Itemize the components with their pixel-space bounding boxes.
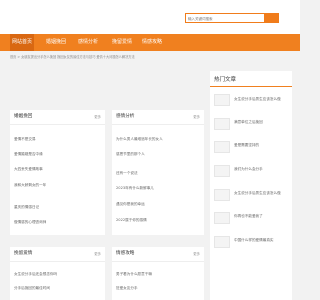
divider <box>112 124 204 125</box>
thumbnail[interactable] <box>214 236 230 248</box>
list-item[interactable]: 爱情婚姻是否中缘 <box>14 152 43 157</box>
panel-retain-love: 挽留爱情 更多 女生说分手后还会想念你吗 分手后挽回的最佳时间 <box>10 247 105 300</box>
nav-item-strategy[interactable]: 情感攻略 <box>140 34 164 51</box>
sidebar-link[interactable]: 女生说分手后男生应该怎么做 <box>234 191 281 196</box>
breadcrumb: 首页 > 女朋友提出分手怎么挽回 挽回女友的最佳方法与技巧 爱情十大问题怎么解决… <box>10 55 135 59</box>
search-input[interactable] <box>188 15 258 22</box>
panel-title: 情感攻略 <box>116 251 135 256</box>
panel-strategy: 情感攻略 更多 男子看为什么愿意干嘛 狂爱女友分手 <box>112 247 204 300</box>
more-link[interactable]: 更多 <box>94 110 101 124</box>
list-item[interactable]: 女生说分手后还会想念你吗 <box>14 272 57 277</box>
list-item[interactable]: 我和大龄剩女的一年 <box>14 183 46 188</box>
divider <box>112 261 204 262</box>
list-item[interactable]: 遇见你是我的幸运 <box>116 202 145 207</box>
thumbnail[interactable] <box>214 189 230 201</box>
more-link[interactable]: 更多 <box>193 110 200 124</box>
more-link[interactable]: 更多 <box>94 247 101 261</box>
sidebar-link[interactable]: 你再也不能爱我了 <box>234 214 263 219</box>
list-item[interactable]: 2023年有什么新鲜事儿 <box>116 186 154 191</box>
panel-title: 婚姻挽回 <box>14 114 33 119</box>
thumbnail[interactable] <box>214 118 230 130</box>
list-item[interactable]: 分手后挽回的最佳时间 <box>14 286 50 291</box>
header <box>0 0 300 34</box>
list-item[interactable]: 狂爱女友分手 <box>116 286 138 291</box>
list-item[interactable]: 2022属于你的感情 <box>116 218 147 223</box>
sidebar-title: 热门文章 <box>214 77 237 83</box>
sidebar-link[interactable]: 爱是需要坚持的 <box>234 143 259 148</box>
sidebar-link[interactable]: 我们为什么会分手 <box>234 167 263 172</box>
main-nav: 网站首页 婚姻挽回 感情分析 挽留爱情 情感攻略 <box>0 34 300 51</box>
thumbnail[interactable] <box>214 141 230 153</box>
sidebar-link[interactable]: 中国什么样的爱情最真实 <box>234 238 274 243</box>
search-button[interactable] <box>264 14 278 22</box>
sidebar-link[interactable]: 满意单位之后挽回 <box>234 120 263 125</box>
list-item[interactable]: 重庆的情感日记 <box>14 205 39 210</box>
divider <box>210 86 292 87</box>
nav-item-retain-love[interactable]: 挽留爱情 <box>110 34 134 51</box>
list-item[interactable]: 为什么男人最难追年长的女人 <box>116 137 163 142</box>
nav-item-analysis[interactable]: 感情分析 <box>76 34 100 51</box>
list-item[interactable]: 做情感的心理咨询师 <box>14 220 46 225</box>
list-item[interactable]: 大四丢失爱情故事 <box>14 167 43 172</box>
thumbnail[interactable] <box>214 94 230 106</box>
thumbnail[interactable] <box>214 165 230 177</box>
nav-item-home[interactable]: 网站首页 <box>10 34 34 51</box>
panel-analysis: 感情分析 更多 为什么男人最难追年长的女人 感恩节里的那个人 还有一个说法 20… <box>112 110 204 235</box>
divider <box>10 261 105 262</box>
panel-title: 感情分析 <box>116 114 135 119</box>
panel-title: 挽留爱情 <box>14 251 33 256</box>
list-item[interactable]: 感恩节里的那个人 <box>116 152 145 157</box>
sidebar-link[interactable]: 女生说分手后男生应该怎么做 <box>234 97 281 102</box>
panel-marriage: 婚姻挽回 更多 爱情不是交易 爱情婚姻是否中缘 大四丢失爱情故事 我和大龄剩女的… <box>10 110 105 235</box>
thumbnail[interactable] <box>214 212 230 224</box>
list-item[interactable]: 爱情不是交易 <box>14 137 36 142</box>
sidebar-hot-articles: 热门文章 女生说分手后男生应该怎么做 满意单位之后挽回 爱是需要坚持的 我们为什… <box>210 71 292 300</box>
more-link[interactable]: 更多 <box>193 247 200 261</box>
divider <box>10 124 105 125</box>
search-box <box>185 13 279 23</box>
nav-item-marriage[interactable]: 婚姻挽回 <box>44 34 68 51</box>
list-item[interactable]: 男子看为什么愿意干嘛 <box>116 272 152 277</box>
list-item[interactable]: 还有一个说法 <box>116 171 138 176</box>
